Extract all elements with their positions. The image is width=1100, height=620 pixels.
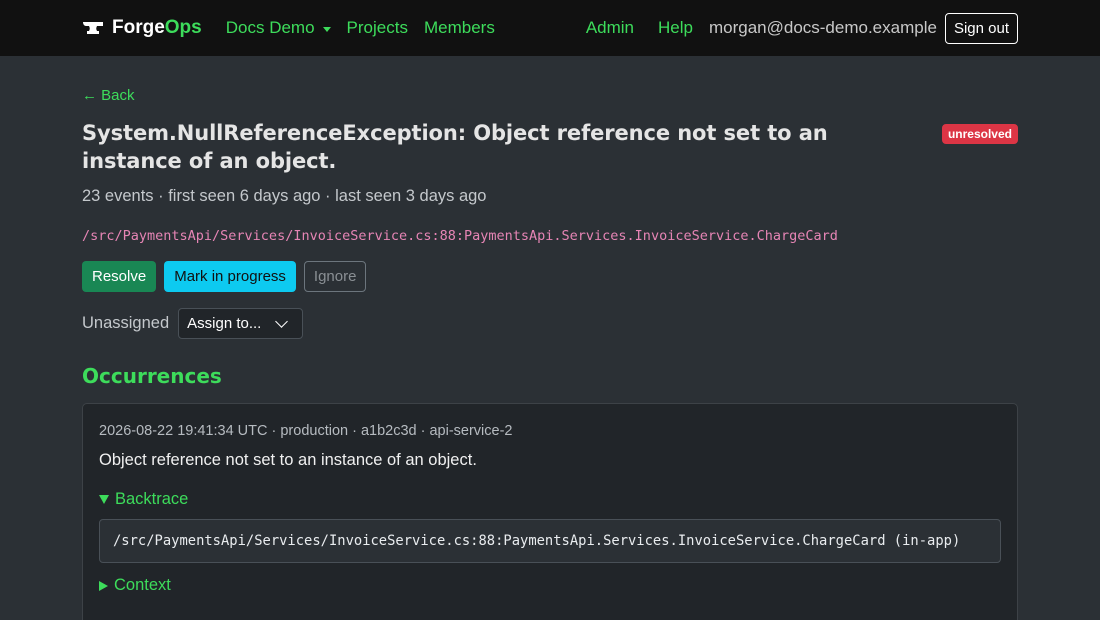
org-dropdown[interactable]: Docs Demo [226, 18, 331, 38]
backtrace-toggle[interactable]: Backtrace [99, 490, 1001, 509]
anvil-icon [83, 22, 103, 34]
assignee-label: Unassigned [82, 314, 170, 332]
backtrace-label: Backtrace [115, 490, 189, 508]
issue-meta: 23 events · first seen 6 days ago · last… [82, 187, 487, 205]
status-badge: unresolved [941, 124, 1018, 144]
context-label: Context [114, 576, 171, 594]
nav-admin[interactable]: Admin [586, 18, 634, 38]
org-dropdown-label: Docs Demo [225, 18, 315, 37]
assign-row: Unassigned Assign to... [82, 308, 1018, 339]
occurrence-card: 2026-08-22 19:41:34 UTC · production · a… [82, 403, 1018, 620]
triangle-right-icon [99, 580, 108, 591]
mark-in-progress-button[interactable]: Mark in progress [164, 261, 296, 292]
occurrence-message: Object reference not set to an instance … [99, 451, 477, 469]
resolve-button[interactable]: Resolve [82, 261, 157, 292]
brand-logo[interactable]: ForgeOps [82, 17, 202, 39]
user-email: morgan@docs-demo.example [708, 18, 937, 37]
top-navbar: ForgeOps Docs Demo Projects Members Admi… [0, 0, 1100, 56]
backtrace-frame: /src/PaymentsApi/Services/InvoiceService… [99, 519, 1001, 563]
title-row: System.NullReferenceException: Object re… [82, 119, 1018, 175]
chevron-down-icon [275, 314, 289, 328]
nav-help[interactable]: Help [658, 18, 693, 38]
occurrence-meta: 2026-08-22 19:41:34 UTC · production · a… [99, 423, 513, 439]
nav-projects[interactable]: Projects [347, 18, 408, 38]
nav-members[interactable]: Members [424, 18, 495, 38]
sign-out-button[interactable]: Sign out [944, 12, 1018, 44]
occurrences-heading: Occurrences [82, 364, 222, 388]
context-toggle[interactable]: Context [99, 576, 1001, 595]
triangle-down-icon [99, 495, 109, 504]
ignore-button[interactable]: Ignore [303, 261, 367, 292]
issue-detail: ← Back System.NullReferenceException: Ob… [0, 56, 1100, 620]
brand-name: ForgeOps [112, 17, 202, 38]
assign-select[interactable]: Assign to... [178, 308, 304, 339]
caret-down-icon [322, 26, 331, 32]
nav-right-group: Admin Help morgan@docs-demo.example Sign… [586, 12, 1018, 44]
issue-actions: Resolve Mark in progress Ignore [82, 261, 1018, 292]
issue-culprit: /src/PaymentsApi/Services/InvoiceService… [82, 228, 838, 244]
back-link[interactable]: ← Back [82, 87, 135, 104]
issue-title: System.NullReferenceException: Object re… [82, 121, 828, 173]
assign-select-value: Assign to... [187, 315, 262, 332]
